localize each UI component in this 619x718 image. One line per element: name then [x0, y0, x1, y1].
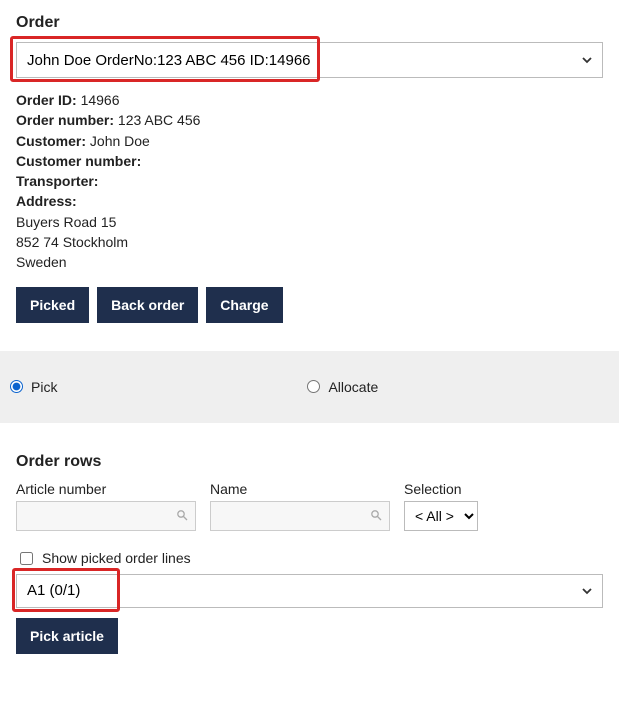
mode-radio-row: Pick Allocate: [10, 379, 609, 395]
customer-number-line: Customer number:: [16, 151, 603, 171]
show-picked-row[interactable]: Show picked order lines: [16, 549, 603, 568]
allocate-radio[interactable]: [307, 380, 320, 393]
order-details: Order ID: 14966 Order number: 123 ABC 45…: [16, 90, 603, 273]
pick-radio-item[interactable]: Pick: [10, 379, 57, 395]
customer-value: John Doe: [90, 133, 150, 149]
address-line3: Sweden: [16, 252, 603, 272]
name-input-wrap: [210, 501, 390, 531]
selection-label: Selection: [404, 481, 478, 497]
order-heading: Order: [16, 14, 603, 32]
pick-article-row: Pick article: [16, 618, 603, 654]
customer-number-label: Customer number:: [16, 153, 141, 169]
pick-radio[interactable]: [10, 380, 23, 393]
name-filter: Name: [210, 481, 390, 531]
selection-filter: Selection < All >: [404, 481, 478, 531]
order-rows-heading: Order rows: [16, 453, 603, 471]
order-rows-section: Order rows Article number Name Selection: [0, 429, 619, 664]
allocate-radio-item[interactable]: Allocate: [307, 379, 378, 395]
article-number-input[interactable]: [16, 501, 196, 531]
filters-row: Article number Name Selection < All >: [16, 481, 603, 531]
order-number-line: Order number: 123 ABC 456: [16, 110, 603, 130]
charge-button[interactable]: Charge: [206, 287, 282, 323]
address-line2: 852 74 Stockholm: [16, 232, 603, 252]
order-section: Order John Doe OrderNo:123 ABC 456 ID:14…: [0, 0, 619, 333]
allocate-radio-label: Allocate: [328, 379, 378, 395]
order-select-wrap: John Doe OrderNo:123 ABC 456 ID:14966: [16, 42, 603, 78]
order-button-row: Picked Back order Charge: [16, 287, 603, 323]
customer-label: Customer:: [16, 133, 86, 149]
pick-radio-label: Pick: [31, 379, 57, 395]
address-label: Address:: [16, 193, 77, 209]
picked-button[interactable]: Picked: [16, 287, 89, 323]
name-input[interactable]: [210, 501, 390, 531]
transporter-label: Transporter:: [16, 173, 98, 189]
address-line1: Buyers Road 15: [16, 212, 603, 232]
order-rows-select-wrap: A1 (0/1): [16, 574, 603, 608]
order-number-value: 123 ABC 456: [118, 112, 201, 128]
order-rows-select[interactable]: A1 (0/1): [16, 574, 603, 608]
mode-band: Pick Allocate: [0, 351, 619, 423]
transporter-line: Transporter:: [16, 171, 603, 191]
order-id-value: 14966: [81, 92, 120, 108]
back-order-button[interactable]: Back order: [97, 287, 198, 323]
article-number-input-wrap: [16, 501, 196, 531]
customer-line: Customer: John Doe: [16, 131, 603, 151]
order-id-label: Order ID:: [16, 92, 77, 108]
order-id-line: Order ID: 14966: [16, 90, 603, 110]
show-picked-checkbox[interactable]: [20, 552, 33, 565]
pick-article-button[interactable]: Pick article: [16, 618, 118, 654]
order-number-label: Order number:: [16, 112, 114, 128]
article-number-label: Article number: [16, 481, 196, 497]
show-picked-label: Show picked order lines: [42, 550, 191, 566]
name-label: Name: [210, 481, 390, 497]
selection-select[interactable]: < All >: [404, 501, 478, 531]
order-select[interactable]: John Doe OrderNo:123 ABC 456 ID:14966: [16, 42, 603, 78]
article-number-filter: Article number: [16, 481, 196, 531]
address-label-line: Address:: [16, 191, 603, 211]
